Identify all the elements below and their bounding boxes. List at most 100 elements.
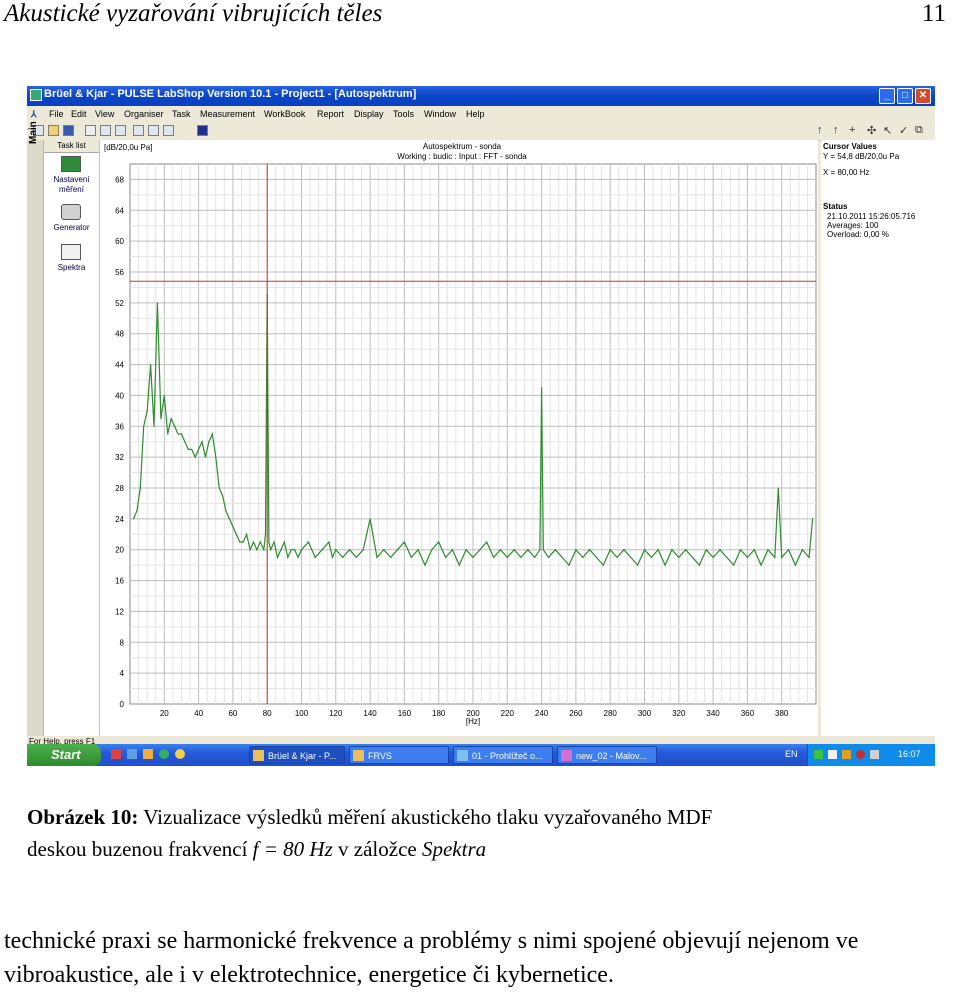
tray-icon[interactable] <box>814 750 823 759</box>
print-preview-icon[interactable] <box>148 125 159 136</box>
menu-help[interactable]: Help <box>466 109 485 119</box>
status-averages: Averages: 100 <box>827 221 879 230</box>
app-menu-icon[interactable]: ⅄ <box>31 109 37 120</box>
paste-icon[interactable] <box>115 125 126 136</box>
task-item-label[interactable]: Nastavení <box>44 175 99 185</box>
minimize-button[interactable]: _ <box>879 88 895 104</box>
task-item-label[interactable]: měření <box>44 185 99 195</box>
menu-view[interactable]: View <box>95 109 114 119</box>
spectrum-data-point <box>444 556 447 559</box>
menu-tools[interactable]: Tools <box>393 109 414 119</box>
menu-edit[interactable]: Edit <box>71 109 87 119</box>
spectrum-data-point <box>472 556 474 559</box>
taskbar-task[interactable]: 01 - Prohlížeč o... <box>453 746 553 764</box>
spectrum-chart[interactable]: [dB/20,0u Pa] Autospektrum - sonda Worki… <box>100 140 818 736</box>
spectrum-data-point <box>331 556 333 559</box>
taskbar-task[interactable]: FRVS <box>349 746 449 764</box>
window-titlebar[interactable]: Brüel & Kjar - PULSE LabShop Version 10.… <box>27 86 935 106</box>
spectrum-data-point <box>280 549 282 551</box>
menu-file[interactable]: File <box>49 109 64 119</box>
child-window-buttons-icon[interactable]: ⧉ <box>915 124 923 137</box>
nastaveni-mereni-icon[interactable] <box>61 156 81 172</box>
spectrum-data-point <box>218 487 220 489</box>
spectrum-data-point <box>623 549 625 551</box>
spectrum-data-point <box>671 549 673 551</box>
spectrum-chart-panel[interactable]: [dB/20,0u Pa] Autospektrum - sonda Worki… <box>100 140 818 736</box>
maximize-button[interactable]: □ <box>897 88 913 104</box>
spectrum-data-point <box>520 556 522 559</box>
spectrum-data-point <box>383 549 385 551</box>
tray-icon[interactable] <box>828 750 837 759</box>
task-list-header[interactable]: Task list <box>44 140 99 153</box>
y-tick-label: 32 <box>115 453 124 462</box>
spectrum-data-point <box>201 441 203 443</box>
spectrum-data-point <box>801 549 803 551</box>
menu-window[interactable]: Window <box>424 109 456 119</box>
spectrum-data-point <box>167 433 169 435</box>
page-header-title: Akustické vyzařování vibrujících těles <box>4 0 383 27</box>
menu-task[interactable]: Task <box>172 109 191 119</box>
open-icon[interactable] <box>48 125 59 136</box>
y-tick-label: 20 <box>115 546 124 555</box>
tray-icon[interactable] <box>856 750 865 759</box>
start-button[interactable]: Start <box>27 744 101 766</box>
copy-icon[interactable] <box>100 125 111 136</box>
spectrum-data-point <box>246 533 248 535</box>
cursor-arrow-2-icon[interactable]: ↑ <box>833 124 839 136</box>
windows-taskbar: Start Brüel & Kjar - P... FRVS 01 - Proh… <box>27 744 935 766</box>
task-item-label[interactable]: Generator <box>44 223 99 233</box>
chart-unit-label: [dB/20,0u Pa] <box>104 143 152 152</box>
menu-display[interactable]: Display <box>354 109 384 119</box>
quicklaunch-icon[interactable] <box>175 749 185 759</box>
menu-report[interactable]: Report <box>317 109 344 119</box>
spectrum-data-point <box>307 541 309 543</box>
quicklaunch-icon[interactable] <box>127 749 137 759</box>
measure-icon[interactable] <box>197 125 208 136</box>
spectrum-data-point <box>273 541 275 543</box>
crosshair-icon[interactable]: + <box>849 124 855 136</box>
x-tick-label: 120 <box>329 709 343 718</box>
cursor-y-value: Y = 54,8 dB/20,0u Pa <box>823 152 900 161</box>
tray-icon[interactable] <box>842 750 851 759</box>
volume-icon[interactable] <box>870 750 879 759</box>
spectrum-data-point <box>527 549 529 551</box>
cut-icon[interactable] <box>85 125 96 136</box>
save-icon[interactable] <box>63 125 74 136</box>
x-tick-label: 20 <box>160 709 169 718</box>
menu-workbook[interactable]: WorkBook <box>264 109 305 119</box>
quicklaunch-icon[interactable] <box>143 749 153 759</box>
check-icon[interactable]: ✓ <box>899 124 908 137</box>
spektra-icon[interactable] <box>61 244 81 260</box>
spectrum-data-point <box>582 556 584 559</box>
taskbar-task[interactable]: Brüel & Kjar - P... <box>249 746 345 764</box>
generator-icon[interactable] <box>61 204 81 220</box>
spectrum-data-point <box>561 556 563 559</box>
y-tick-label: 24 <box>115 515 124 524</box>
quicklaunch-icon[interactable] <box>111 749 121 759</box>
spectrum-data-point <box>215 456 217 458</box>
spectrum-data-point <box>348 549 351 551</box>
quicklaunch-icon[interactable] <box>159 749 169 759</box>
clock[interactable]: 16:07 <box>898 749 921 759</box>
main-tab[interactable]: Main <box>28 121 39 144</box>
cursor-arrow-icon[interactable]: ↑ <box>817 124 823 136</box>
menu-measurement[interactable]: Measurement <box>200 109 255 119</box>
spectrum-data-point <box>170 417 172 420</box>
taskbar-task[interactable]: new_02 - Malov... <box>557 746 657 764</box>
spectrum-data-point <box>294 549 296 551</box>
spectrum-data-point <box>643 549 646 551</box>
spectrum-data-point <box>222 495 224 497</box>
spectrum-data-point <box>417 549 419 551</box>
task-item-label[interactable]: Spektra <box>44 263 99 273</box>
help-pointer-icon[interactable] <box>163 125 174 136</box>
close-button[interactable]: ✕ <box>915 88 931 104</box>
print-icon[interactable] <box>133 125 144 136</box>
language-indicator[interactable]: EN <box>785 749 798 759</box>
move-icon[interactable]: ✣ <box>867 124 876 137</box>
figure-caption: Obrázek 10: Vizualizace výsledků měření … <box>27 801 937 865</box>
spectrum-data-point <box>712 556 714 559</box>
menu-organiser[interactable]: Organiser <box>124 109 164 119</box>
context-help-icon[interactable]: ↖ <box>883 124 892 137</box>
y-tick-label: 52 <box>115 299 124 308</box>
spectrum-data-point <box>149 363 152 366</box>
